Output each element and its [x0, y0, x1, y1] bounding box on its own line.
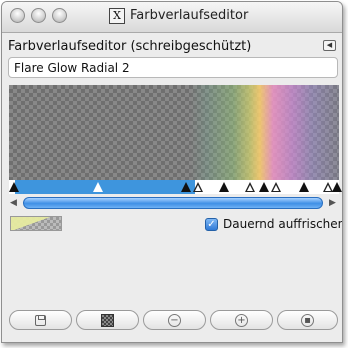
menu-triangle-icon[interactable]: ◀ [323, 40, 336, 51]
stop-handle[interactable] [219, 182, 229, 192]
stop-handle[interactable] [9, 182, 19, 192]
stop-handle[interactable] [181, 182, 191, 192]
gradient-preview-overlay [9, 85, 339, 180]
stop-handle[interactable] [259, 182, 269, 192]
stop-handle[interactable] [332, 182, 342, 192]
gradient-editor-window: X Farbverlaufseditor Farbverlaufseditor … [1, 1, 343, 343]
gradient-stops-bar[interactable] [9, 180, 342, 194]
horizontal-scrollbar[interactable]: ◀ ▶ [9, 197, 339, 211]
window-title: Farbverlaufseditor [130, 8, 249, 23]
edit-gradient-button[interactable] [76, 310, 139, 330]
save-icon [35, 315, 46, 326]
save-button[interactable] [9, 310, 72, 330]
gradient-name-field[interactable]: Flare Glow Radial 2 [8, 57, 338, 78]
zoom-out-icon: − [168, 314, 181, 327]
app-icon: X [109, 8, 125, 24]
zoom-in-icon: + [235, 314, 248, 327]
stop-handle[interactable] [245, 182, 255, 192]
zoom-out-button[interactable]: − [143, 310, 206, 330]
instant-update-label[interactable]: Dauernd auffrischen [223, 217, 342, 231]
zoom-window-button[interactable] [52, 8, 67, 23]
minimize-window-button[interactable] [31, 8, 46, 23]
stop-handle[interactable] [193, 182, 203, 192]
stop-handle[interactable] [299, 182, 309, 192]
color-preview-swatch [10, 216, 62, 231]
edit-gradient-icon [101, 314, 114, 327]
scroll-left-icon[interactable]: ◀ [10, 198, 17, 208]
instant-update-checkbox[interactable]: ✓ [205, 218, 218, 231]
title-bar: X Farbverlaufseditor [2, 2, 342, 33]
gradient-preview[interactable] [9, 85, 339, 180]
stop-handle[interactable] [93, 182, 103, 192]
scrollbar-thumb[interactable] [23, 197, 323, 209]
zoom-in-button[interactable]: + [210, 310, 273, 330]
stop-handle[interactable] [271, 182, 281, 192]
editor-header-label: Farbverlaufseditor (schreibgeschützt) [8, 39, 252, 54]
scroll-right-icon[interactable]: ▶ [329, 198, 336, 208]
close-window-button[interactable] [10, 8, 25, 23]
zoom-all-button[interactable]: ▪ [277, 310, 338, 330]
selected-segment-range [15, 180, 195, 194]
zoom-all-icon: ▪ [301, 314, 314, 327]
